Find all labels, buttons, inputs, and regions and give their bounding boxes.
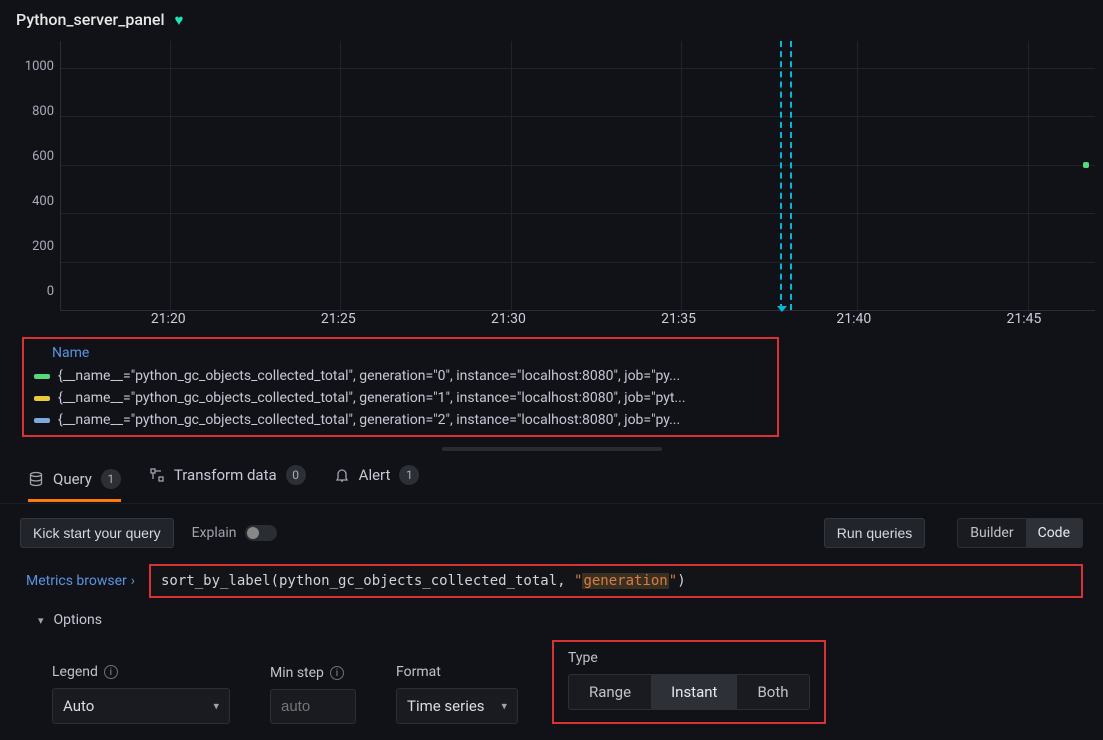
x-tick: 21:25 — [321, 311, 356, 327]
legend-header[interactable]: Name — [28, 343, 773, 365]
chevron-right-icon: › — [131, 573, 135, 589]
info-icon[interactable]: i — [104, 665, 118, 679]
series-swatch — [34, 374, 50, 379]
series-swatch — [34, 396, 50, 401]
type-instant[interactable]: Instant — [651, 675, 737, 709]
y-tick: 200 — [8, 239, 54, 254]
legend-select[interactable]: Auto ▾ — [52, 688, 230, 724]
explain-label: Explain — [192, 525, 237, 541]
run-queries-button[interactable]: Run queries — [824, 518, 926, 548]
legend-value: Auto — [63, 697, 94, 715]
format-value: Time series — [407, 697, 485, 715]
transform-icon — [149, 467, 165, 483]
type-segmented: Range Instant Both — [568, 674, 810, 710]
x-tick: 21:20 — [151, 311, 186, 327]
format-select[interactable]: Time series ▾ — [396, 688, 518, 724]
query-text: sort_by_label(python_gc_objects_collecte… — [161, 573, 574, 589]
x-tick: 21:30 — [491, 311, 526, 327]
legend-item[interactable]: {__name__="python_gc_objects_collected_t… — [28, 387, 773, 409]
options-grid: Legend i Auto ▾ Min step i Format Time s… — [20, 634, 1083, 730]
format-label: Format — [396, 664, 441, 680]
tab-count: 0 — [286, 465, 306, 485]
tab-count: 1 — [399, 465, 419, 485]
panel-title[interactable]: Python_server_panel — [16, 10, 165, 29]
query-string-quote: " — [669, 573, 677, 589]
legend-item[interactable]: {__name__="python_gc_objects_collected_t… — [28, 409, 773, 431]
database-icon — [28, 471, 44, 487]
chevron-down-icon: ▾ — [501, 700, 507, 713]
info-icon[interactable]: i — [330, 666, 344, 680]
options-label: Options — [54, 612, 102, 628]
editor-tabs: Query 1 Transform data 0 Alert 1 — [0, 451, 1103, 504]
type-both[interactable]: Both — [737, 675, 808, 709]
y-tick: 0 — [8, 284, 54, 299]
tab-count: 1 — [101, 469, 121, 489]
min-step-label: Min step — [270, 665, 324, 681]
kick-start-button[interactable]: Kick start your query — [20, 518, 174, 548]
tab-label: Alert — [359, 466, 391, 484]
metrics-browser-button[interactable]: Metrics browser › — [20, 564, 149, 598]
editor-toolbar: Kick start your query Explain Run querie… — [20, 518, 1083, 548]
metrics-browser-label: Metrics browser — [26, 573, 127, 589]
builder-mode[interactable]: Builder — [958, 519, 1025, 547]
data-point[interactable] — [1083, 162, 1089, 168]
explain-toggle[interactable]: Explain — [192, 525, 277, 541]
heart-icon[interactable]: ♥ — [175, 11, 184, 29]
plot-area[interactable] — [60, 41, 1095, 311]
x-tick: 21:40 — [836, 311, 871, 327]
legend-option: Legend i Auto ▾ — [52, 664, 230, 724]
series-label: {__name__="python_gc_objects_collected_t… — [58, 412, 680, 428]
query-row: Metrics browser › sort_by_label(python_g… — [20, 564, 1083, 598]
series-label: {__name__="python_gc_objects_collected_t… — [58, 390, 686, 406]
y-tick: 1000 — [8, 59, 54, 74]
y-tick: 400 — [8, 194, 54, 209]
tab-label: Transform data — [174, 466, 277, 484]
x-tick: 21:45 — [1007, 311, 1042, 327]
query-input[interactable]: sort_by_label(python_gc_objects_collecte… — [149, 564, 1083, 598]
x-axis: 21:20 21:25 21:30 21:35 21:40 21:45 — [60, 311, 1091, 329]
query-editor: Kick start your query Explain Run querie… — [0, 504, 1103, 740]
min-step-option: Min step i — [270, 665, 356, 724]
chevron-down-icon: ▾ — [213, 700, 219, 713]
series-label: {__name__="python_gc_objects_collected_t… — [58, 368, 680, 384]
format-option: Format Time series ▾ — [396, 664, 518, 724]
type-label: Type — [568, 650, 598, 666]
toggle-track[interactable] — [245, 525, 277, 541]
series-swatch — [34, 418, 50, 423]
y-tick: 600 — [8, 149, 54, 164]
query-string-highlight: generation — [582, 573, 668, 589]
min-step-input[interactable] — [270, 689, 356, 724]
query-text: ) — [677, 573, 685, 589]
y-tick: 800 — [8, 104, 54, 119]
query-tab[interactable]: Query 1 — [28, 469, 121, 502]
type-range[interactable]: Range — [569, 675, 651, 709]
type-option: Type Range Instant Both — [552, 640, 826, 724]
transform-tab[interactable]: Transform data 0 — [149, 465, 306, 495]
x-tick: 21:35 — [661, 311, 696, 327]
mode-switch: Builder Code — [957, 518, 1083, 548]
chevron-down-icon: ▾ — [38, 614, 44, 627]
options-toggle[interactable]: ▾ Options — [20, 598, 1083, 634]
bell-icon — [334, 467, 350, 483]
legend: Name {__name__="python_gc_objects_collec… — [22, 337, 779, 437]
y-axis: 1000 800 600 400 200 0 — [8, 35, 60, 305]
tab-label: Query — [53, 470, 92, 488]
legend-item[interactable]: {__name__="python_gc_objects_collected_t… — [28, 365, 773, 387]
time-cursor[interactable] — [780, 41, 792, 310]
alert-tab[interactable]: Alert 1 — [334, 465, 420, 495]
code-mode[interactable]: Code — [1026, 519, 1082, 547]
legend-label: Legend — [52, 664, 98, 680]
chart-area[interactable]: 1000 800 600 400 200 0 — [0, 35, 1103, 311]
panel-header: Python_server_panel ♥ — [0, 0, 1103, 35]
